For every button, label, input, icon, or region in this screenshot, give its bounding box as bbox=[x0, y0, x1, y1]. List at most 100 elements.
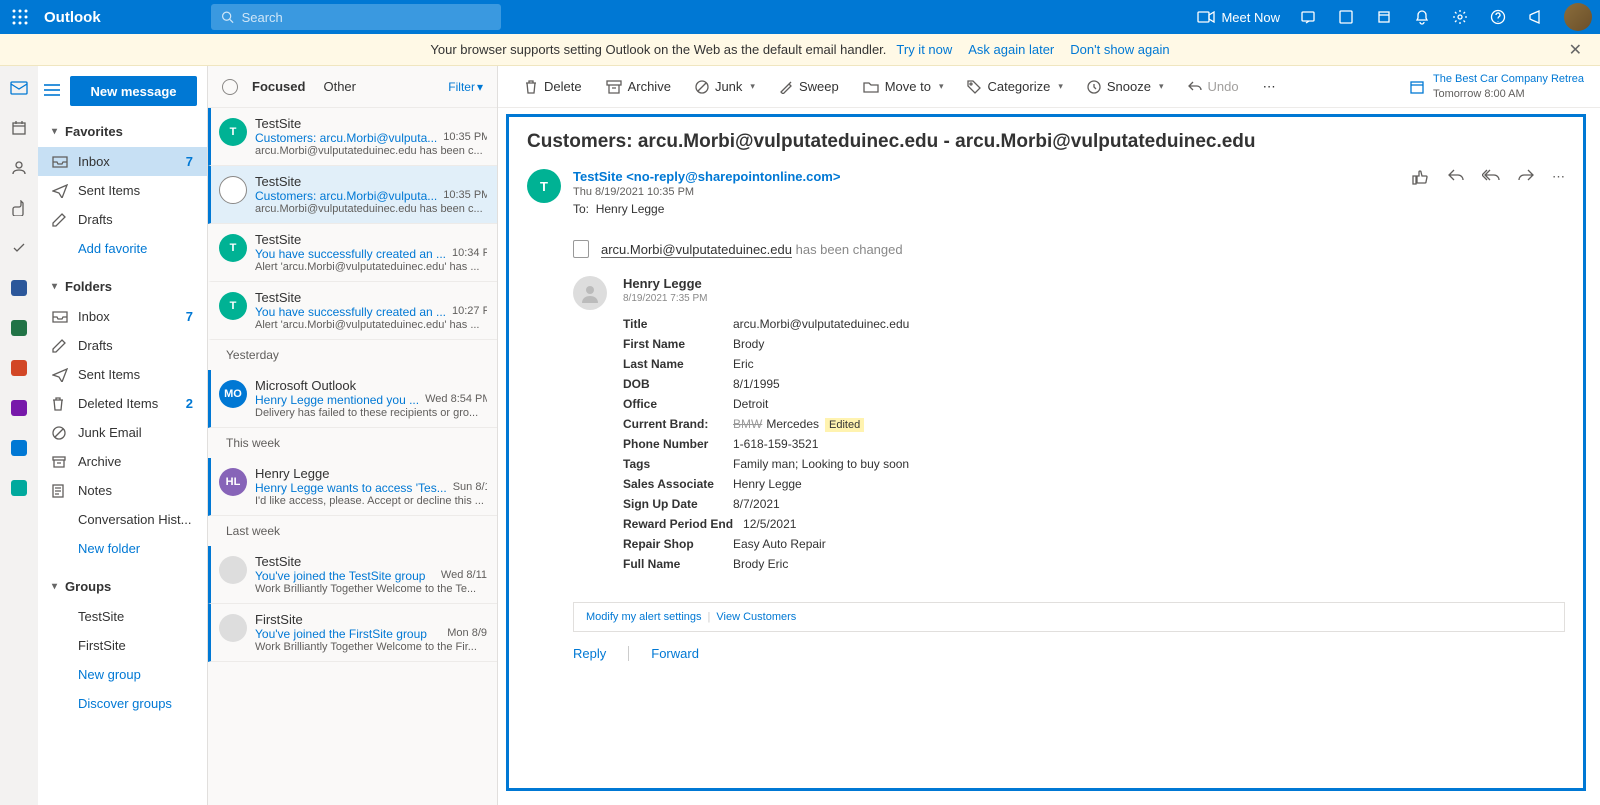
message-item[interactable]: FirstSiteYou've joined the FirstSite gro… bbox=[208, 604, 497, 662]
hamburger-icon[interactable] bbox=[44, 83, 60, 100]
search-box[interactable] bbox=[211, 4, 501, 30]
modify-alert-link[interactable]: Modify my alert settings bbox=[586, 611, 702, 623]
teams-chat-icon[interactable] bbox=[1298, 7, 1318, 27]
nav-item-conversation-hist-[interactable]: Conversation Hist... bbox=[38, 505, 207, 534]
reply-button[interactable]: Reply bbox=[573, 646, 606, 661]
tab-other[interactable]: Other bbox=[323, 79, 356, 94]
groups-header[interactable]: ▾Groups bbox=[38, 571, 207, 602]
megaphone-icon[interactable] bbox=[1526, 7, 1546, 27]
categorize-button[interactable]: Categorize▾ bbox=[957, 73, 1072, 100]
message-item[interactable]: HLHenry LeggeHenry Legge wants to access… bbox=[208, 458, 497, 516]
app-launcher-icon[interactable] bbox=[8, 5, 32, 29]
select-all-toggle[interactable] bbox=[222, 79, 238, 95]
calendar-peek[interactable]: The Best Car Company Retrea Tomorrow 8:0… bbox=[1409, 72, 1584, 101]
like-icon[interactable] bbox=[1412, 169, 1430, 188]
calendar-rail-icon[interactable] bbox=[9, 118, 29, 138]
people-rail-icon[interactable] bbox=[9, 158, 29, 178]
more-icon[interactable]: ⋯ bbox=[1552, 169, 1565, 188]
files-rail-icon[interactable] bbox=[9, 198, 29, 218]
undo-button[interactable]: Undo bbox=[1178, 73, 1249, 100]
new-folder-link[interactable]: New folder bbox=[38, 534, 207, 563]
date-header: Last week bbox=[208, 516, 497, 546]
settings-icon[interactable] bbox=[1450, 7, 1470, 27]
folders-header[interactable]: ▾Folders bbox=[38, 271, 207, 302]
move-to-button[interactable]: Move to▾ bbox=[853, 73, 954, 100]
message-item[interactable]: TTestSiteYou have successfully created a… bbox=[208, 224, 497, 282]
sender-avatar[interactable]: T bbox=[527, 169, 561, 203]
nav-item-label: Notes bbox=[78, 483, 112, 498]
message-avatar: T bbox=[219, 118, 247, 146]
nav-item-firstsite[interactable]: FirstSite bbox=[38, 631, 207, 660]
dont-show-link[interactable]: Don't show again bbox=[1070, 42, 1169, 57]
nav-item-drafts[interactable]: Drafts bbox=[38, 205, 207, 234]
word-app-icon[interactable] bbox=[9, 278, 29, 298]
tab-focused[interactable]: Focused bbox=[252, 79, 305, 94]
help-icon[interactable] bbox=[1488, 7, 1508, 27]
excel-app-icon[interactable] bbox=[9, 318, 29, 338]
nav-item-deleted-items[interactable]: Deleted Items2 bbox=[38, 389, 207, 418]
nav-item-drafts[interactable]: Drafts bbox=[38, 331, 207, 360]
sender-name[interactable]: TestSite <no-reply@sharepointonline.com> bbox=[573, 169, 1400, 184]
favorites-header[interactable]: ▾Favorites bbox=[38, 116, 207, 147]
forward-button[interactable]: Forward bbox=[651, 646, 699, 661]
nav-item-sent-items[interactable]: Sent Items bbox=[38, 360, 207, 389]
powerpoint-app-icon[interactable] bbox=[9, 358, 29, 378]
field-value: Detroit bbox=[733, 397, 768, 411]
app-rail bbox=[0, 66, 38, 805]
snooze-button[interactable]: Snooze▾ bbox=[1077, 73, 1174, 100]
nav-item-testsite[interactable]: TestSite bbox=[38, 602, 207, 631]
message-preview: arcu.Morbi@vulputateduinec.edu has been … bbox=[255, 145, 487, 157]
add-favorite-link[interactable]: Add favorite bbox=[38, 234, 207, 263]
close-icon[interactable]: ✕ bbox=[1569, 40, 1582, 60]
mail-rail-icon[interactable] bbox=[9, 78, 29, 98]
junk-button[interactable]: Junk▾ bbox=[685, 73, 765, 100]
search-icon bbox=[221, 10, 234, 24]
nav-item-sent-items[interactable]: Sent Items bbox=[38, 176, 207, 205]
changed-item-link[interactable]: arcu.Morbi@vulputateduinec.edu bbox=[601, 242, 792, 258]
meet-now-button[interactable]: Meet Now bbox=[1197, 10, 1280, 25]
todo-rail-icon[interactable] bbox=[9, 238, 29, 258]
search-input[interactable] bbox=[242, 10, 491, 25]
clock-icon bbox=[1087, 80, 1101, 94]
ellipsis-icon: ⋯ bbox=[1263, 79, 1276, 95]
message-from: Microsoft Outlook bbox=[255, 378, 487, 393]
new-group-link[interactable]: New group bbox=[38, 660, 207, 689]
nav-item-inbox[interactable]: Inbox7 bbox=[38, 147, 207, 176]
try-it-now-link[interactable]: Try it now bbox=[896, 42, 952, 57]
nav-item-notes[interactable]: Notes bbox=[38, 476, 207, 505]
sweep-button[interactable]: Sweep bbox=[769, 73, 849, 100]
bookings-app-icon[interactable] bbox=[9, 478, 29, 498]
logo[interactable]: Outlook bbox=[44, 9, 101, 26]
account-avatar[interactable] bbox=[1564, 3, 1592, 31]
nav-item-inbox[interactable]: Inbox7 bbox=[38, 302, 207, 331]
delete-button[interactable]: Delete bbox=[514, 73, 592, 101]
archive-button[interactable]: Archive bbox=[596, 73, 681, 100]
onenote-app-icon[interactable] bbox=[9, 398, 29, 418]
new-message-button[interactable]: New message bbox=[70, 76, 197, 106]
message-avatar bbox=[219, 614, 247, 642]
my-day-icon[interactable] bbox=[1374, 7, 1394, 27]
message-item[interactable]: TTestSiteYou have successfully created a… bbox=[208, 282, 497, 340]
chevron-down-icon: ▾ bbox=[1058, 81, 1063, 92]
yammer-app-icon[interactable] bbox=[9, 438, 29, 458]
field-row: Full NameBrody Eric bbox=[623, 554, 909, 574]
view-customers-link[interactable]: View Customers bbox=[716, 611, 796, 623]
message-item[interactable]: MOMicrosoft OutlookHenry Legge mentioned… bbox=[208, 370, 497, 428]
message-item[interactable]: TestSiteCustomers: arcu.Morbi@vulputa...… bbox=[208, 166, 497, 224]
nav-item-archive[interactable]: Archive bbox=[38, 447, 207, 476]
nav-item-junk-email[interactable]: Junk Email bbox=[38, 418, 207, 447]
reply-all-icon[interactable] bbox=[1482, 169, 1500, 188]
reply-icon[interactable] bbox=[1448, 169, 1464, 188]
message-item[interactable]: TTestSiteCustomers: arcu.Morbi@vulputa..… bbox=[208, 108, 497, 166]
message-item[interactable]: TestSiteYou've joined the TestSite group… bbox=[208, 546, 497, 604]
discover-groups-link[interactable]: Discover groups bbox=[38, 689, 207, 718]
more-actions-button[interactable]: ⋯ bbox=[1253, 73, 1286, 101]
ask-later-link[interactable]: Ask again later bbox=[968, 42, 1054, 57]
email-to: To: Henry Legge bbox=[573, 202, 1400, 216]
notifications-icon[interactable] bbox=[1412, 7, 1432, 27]
forward-icon[interactable] bbox=[1518, 169, 1534, 188]
document-icon bbox=[573, 240, 589, 258]
filter-button[interactable]: Filter▾ bbox=[448, 80, 483, 94]
folder-icon bbox=[52, 426, 68, 440]
teams-icon[interactable] bbox=[1336, 7, 1356, 27]
